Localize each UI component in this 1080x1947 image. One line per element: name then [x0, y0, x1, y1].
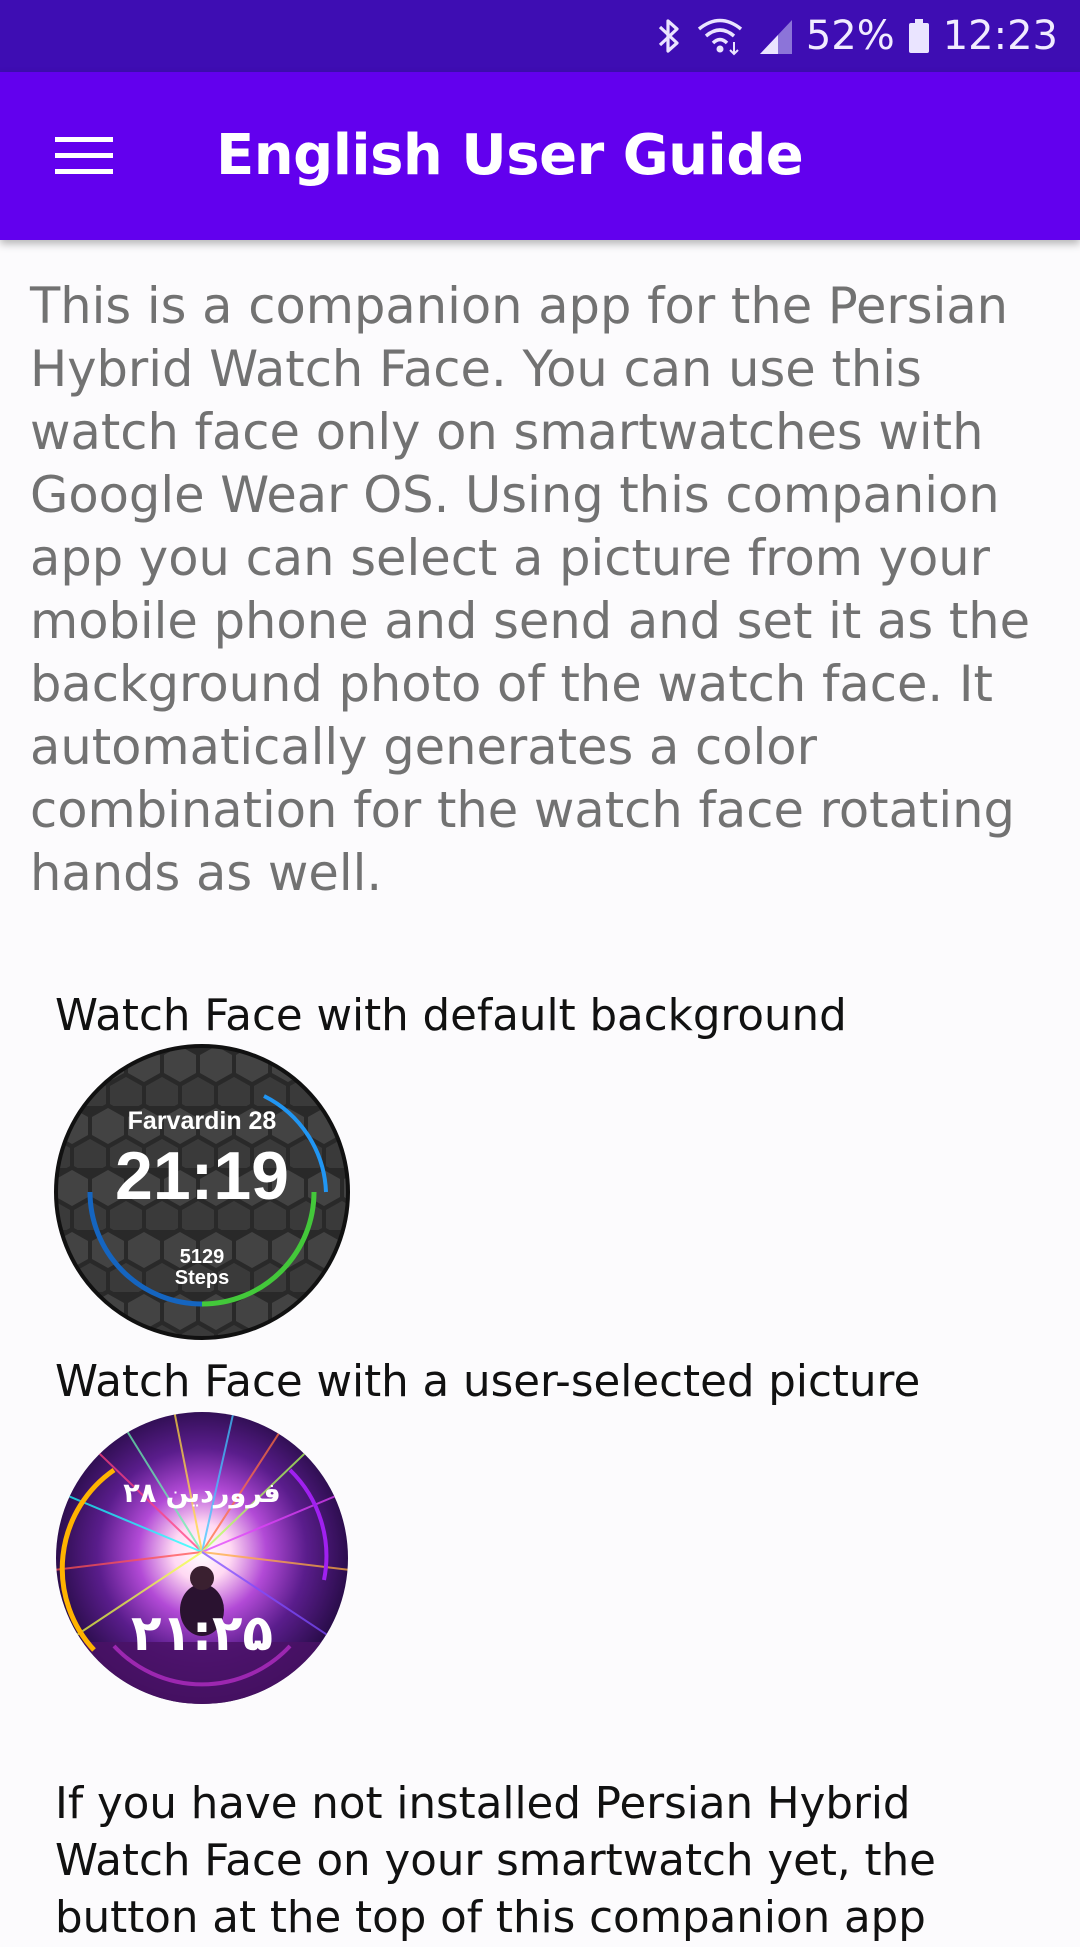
user-watch-face-image: فروردین ۲۸ ۲۱:۲۵: [56, 1412, 348, 1704]
battery-icon: [907, 16, 931, 56]
user-watch-date: فروردین ۲۸: [123, 1478, 280, 1509]
default-watch-steps: 5129: [180, 1246, 225, 1268]
menu-button[interactable]: [36, 116, 132, 196]
status-icons: 52% 12:23: [654, 0, 1058, 72]
default-watch-face-image: Farvardin 28 21:19 5129 Steps: [54, 1044, 350, 1340]
install-instructions-paragraph: If you have not installed Persian Hybrid…: [55, 1779, 936, 1943]
cell-signal-icon: [758, 16, 794, 56]
default-watch-steps-label: Steps: [175, 1267, 229, 1289]
clock-time: 12:23: [942, 13, 1058, 59]
default-watch-date: Farvardin 28: [128, 1107, 277, 1135]
user-watch-time: ۲۱:۲۵: [131, 1604, 273, 1662]
battery-percent: 52%: [805, 13, 895, 59]
status-bar: 52% 12:23: [0, 0, 1080, 72]
user-watch-caption: Watch Face with a user-selected picture: [55, 1357, 921, 1407]
bluetooth-icon: [654, 16, 684, 56]
app-title: English User Guide: [216, 123, 804, 188]
wifi-icon: [696, 16, 746, 56]
hamburger-menu-icon: [55, 137, 113, 174]
intro-paragraph: This is a companion app for the Persian …: [30, 277, 1031, 902]
default-watch-caption: Watch Face with default background: [55, 991, 847, 1041]
default-watch-time: 21:19: [115, 1138, 289, 1214]
app-bar: English User Guide: [0, 72, 1080, 240]
